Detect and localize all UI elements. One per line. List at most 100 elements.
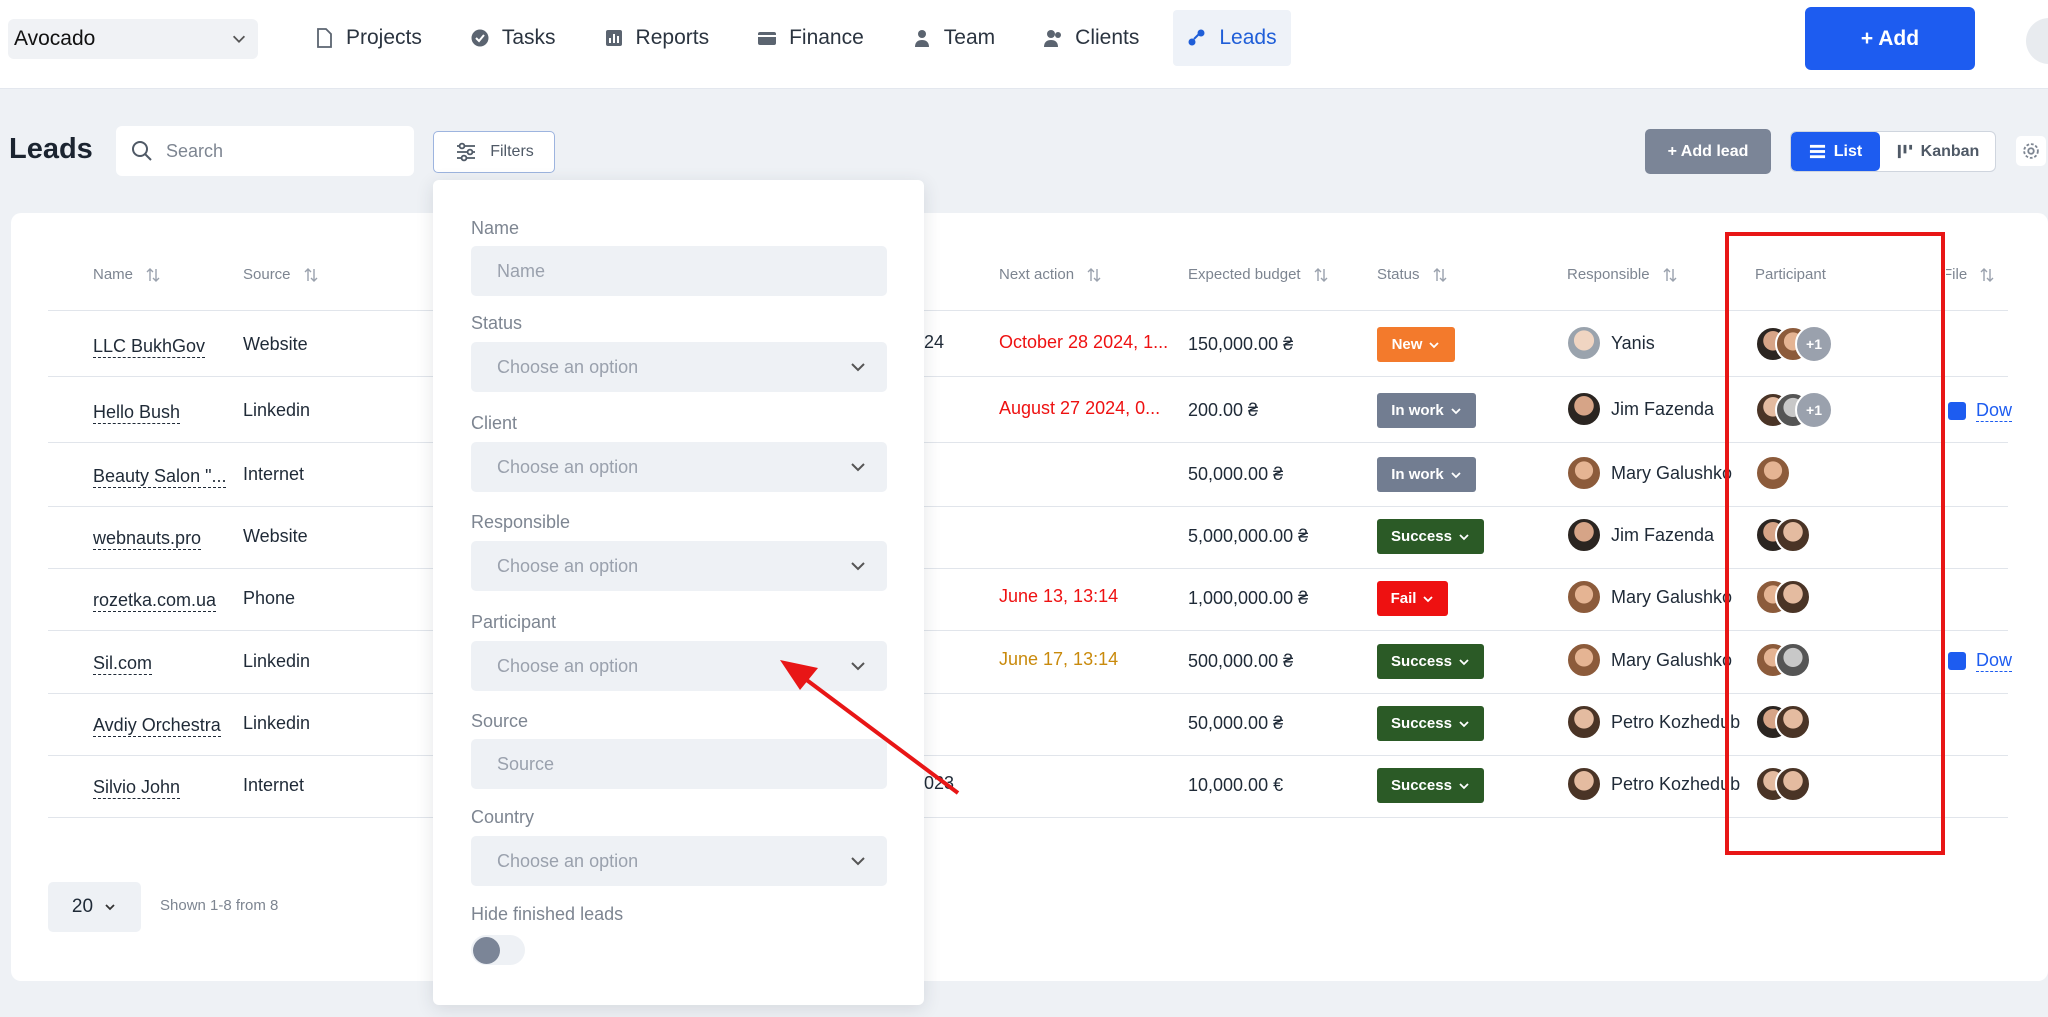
nav-reports[interactable]: Reports: [590, 10, 724, 66]
hide-finished-toggle[interactable]: [471, 935, 525, 965]
check-circle-icon: [471, 29, 489, 47]
filter-name-input[interactable]: Name: [471, 246, 887, 296]
filters-label: Filters: [490, 143, 534, 160]
responsible-user: Jim Fazenda: [1566, 517, 1714, 553]
top-bar: Avocado Projects Tasks Reports Finance T…: [0, 0, 2048, 89]
status-badge[interactable]: New: [1377, 327, 1455, 362]
leads-icon: [1188, 29, 1205, 46]
lead-source: Internet: [243, 775, 305, 795]
add-lead-button[interactable]: + Add lead: [1645, 129, 1771, 174]
status-badge[interactable]: Success: [1377, 519, 1484, 554]
lead-name-link[interactable]: Silvio John: [93, 776, 181, 799]
workspace-selector[interactable]: Avocado: [8, 19, 258, 59]
settings-button[interactable]: [2016, 136, 2046, 166]
expected-budget: 1,000,000.00 ₴: [1188, 588, 1309, 608]
filters-button[interactable]: Filters: [433, 131, 555, 173]
hide-finished-label: Hide finished leads: [471, 904, 624, 924]
lead-name-link[interactable]: LLC BukhGov: [93, 335, 206, 358]
row-divider: [48, 568, 2008, 569]
per-page-select[interactable]: 20: [48, 882, 141, 932]
file-download-link[interactable]: Dow: [1948, 400, 2013, 422]
sliders-icon: [457, 142, 476, 162]
filter-participant-select[interactable]: Choose an option: [471, 641, 887, 691]
filter-status-select[interactable]: Choose an option: [471, 342, 887, 392]
lead-name-link[interactable]: rozetka.com.ua: [93, 589, 217, 612]
filter-panel: Name Name Status Choose an option Client Choo…: [433, 180, 924, 1005]
column-header-status[interactable]: Status: [1377, 266, 1448, 283]
search-box[interactable]: [116, 126, 414, 176]
add-button[interactable]: + Add: [1805, 7, 1975, 70]
lead-name-link[interactable]: Beauty Salon "...: [93, 465, 227, 488]
responsible-user: Mary Galushko: [1566, 455, 1732, 491]
workspace-name: Avocado: [14, 27, 96, 50]
responsible-name: Mary Galushko: [1611, 462, 1733, 483]
nav-tasks[interactable]: Tasks: [456, 10, 570, 66]
chart-icon: [605, 30, 622, 46]
user-avatar[interactable]: [2026, 18, 2048, 64]
lead-name-link[interactable]: Sil.com: [93, 652, 153, 675]
status-badge[interactable]: Success: [1377, 768, 1484, 803]
file-download-link[interactable]: Dow: [1948, 650, 2013, 672]
sort-icon: [1433, 267, 1447, 282]
row-divider: [48, 310, 2008, 311]
status-badge[interactable]: Fail: [1377, 581, 1448, 616]
filter-client-select[interactable]: Choose an option: [471, 442, 887, 492]
filter-source-input[interactable]: Source: [471, 739, 887, 789]
lead-name-link[interactable]: webnauts.pro: [93, 527, 202, 550]
nav-finance[interactable]: Finance: [743, 10, 878, 66]
row-divider: [48, 506, 2008, 507]
chevron-down-icon: [1459, 658, 1469, 665]
view-list-option[interactable]: List: [1791, 132, 1880, 171]
column-header-name[interactable]: Name: [93, 266, 161, 283]
responsible-user: Mary Galushko: [1566, 579, 1732, 615]
header-label: Source: [243, 266, 291, 283]
responsible-name: Yanis: [1611, 332, 1655, 353]
status-badge[interactable]: Success: [1377, 644, 1484, 679]
status-badge[interactable]: In work: [1377, 457, 1476, 492]
filter-label-country: Country: [471, 807, 535, 827]
filter-responsible-select[interactable]: Choose an option: [471, 541, 887, 591]
nav-projects[interactable]: Projects: [300, 10, 436, 66]
filter-country-select[interactable]: Choose an option: [471, 836, 887, 886]
lead-source: Linkedin: [243, 713, 311, 733]
per-page-value: 20: [71, 896, 94, 917]
responsible-user: Petro Kozhedub: [1566, 766, 1740, 802]
filter-label-participant: Participant: [471, 612, 557, 632]
filter-placeholder: Choose an option: [497, 555, 639, 576]
chevron-down-icon: [1459, 782, 1469, 789]
status-badge[interactable]: In work: [1377, 393, 1476, 428]
status-label: Success: [1391, 653, 1452, 670]
view-kanban-option[interactable]: Kanban: [1880, 132, 1995, 171]
lead-source: Website: [243, 526, 308, 546]
search-input[interactable]: [166, 140, 386, 162]
partially-hidden-value: 24: [924, 332, 945, 352]
header-label: Name: [93, 266, 134, 283]
chevron-down-icon: [1451, 407, 1461, 414]
nav-label: Projects: [346, 26, 422, 49]
nav-label: Team: [943, 26, 996, 49]
person-icon: [914, 30, 929, 47]
people-icon: [1044, 30, 1062, 47]
chevron-down-icon: [851, 463, 865, 472]
row-divider: [48, 630, 2008, 631]
row-divider: [48, 817, 2008, 818]
column-header-next-action[interactable]: Next action: [999, 266, 1102, 283]
file-icon: [317, 28, 332, 48]
lead-name-link[interactable]: Hello Bush: [93, 401, 181, 424]
nav-team[interactable]: Team: [898, 10, 1009, 66]
lead-name-link[interactable]: Avdiy Orchestra: [93, 714, 221, 737]
chevron-down-icon: [851, 662, 865, 671]
status-badge[interactable]: Success: [1377, 706, 1484, 741]
nav-label: Finance: [789, 26, 864, 49]
next-action-date: August 27 2024, 0...: [999, 398, 1161, 418]
nav-label: Clients: [1075, 26, 1140, 49]
column-header-responsible[interactable]: Responsible: [1567, 266, 1678, 283]
nav-leads[interactable]: Leads: [1173, 10, 1291, 66]
column-header-budget[interactable]: Expected budget: [1188, 266, 1329, 283]
nav-clients[interactable]: Clients: [1029, 10, 1153, 66]
expected-budget: 50,000.00 ₴: [1188, 713, 1284, 733]
column-header-file[interactable]: File: [1946, 266, 1995, 283]
next-action-date: October 28 2024, 1...: [999, 332, 1169, 352]
status-label: New: [1391, 336, 1423, 353]
column-header-source[interactable]: Source: [243, 266, 319, 283]
